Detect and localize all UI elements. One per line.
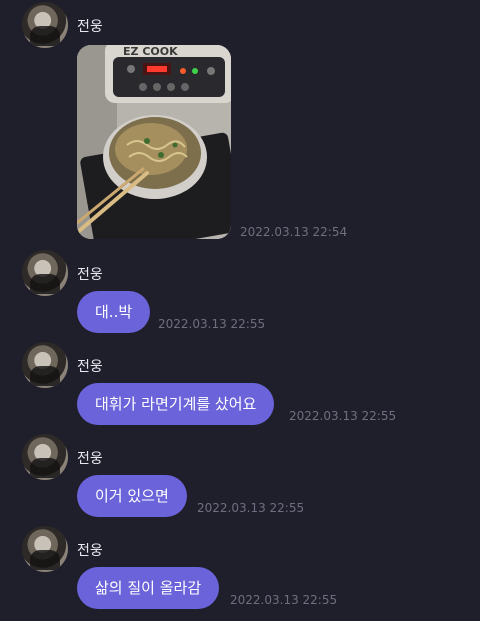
message-timestamp: 2022.03.13 22:55: [158, 317, 266, 331]
sender-avatar[interactable]: [22, 526, 68, 572]
message-bubble[interactable]: 이거 있으면: [77, 475, 187, 517]
sender-name: 전웅: [77, 267, 103, 283]
sender-name: 전웅: [77, 359, 103, 375]
chat-message: 전웅 이거 있으면 2022.03.13 22:55: [0, 432, 480, 522]
message-bubble[interactable]: 대..박: [77, 291, 151, 333]
ramen-cooker-photo: EZ COOK: [77, 45, 231, 239]
message-bubble[interactable]: 삶의 질이 올라감: [77, 567, 220, 609]
chat-message: 전웅 대..박 2022.03.13 22:55: [0, 248, 480, 338]
chat-message: 전웅 삶의 질이 올라감 2022.03.13 22:55: [0, 524, 480, 619]
message-timestamp: 2022.03.13 22:55: [289, 409, 397, 423]
chat-photo[interactable]: EZ COOK: [77, 45, 231, 239]
chat-message-photo: 전웅 EZ COOK 2022.03.13 22:54: [0, 0, 480, 245]
sender-name: 전웅: [77, 19, 103, 35]
sender-avatar[interactable]: [22, 2, 68, 48]
message-timestamp: 2022.03.13 22:55: [230, 593, 338, 607]
sender-avatar[interactable]: [22, 434, 68, 480]
sender-name: 전웅: [77, 543, 103, 559]
cooker-brand-text: EZ COOK: [123, 45, 178, 58]
sender-avatar[interactable]: [22, 250, 68, 296]
message-timestamp: 2022.03.13 22:55: [197, 501, 305, 515]
message-timestamp: 2022.03.13 22:54: [240, 225, 348, 239]
sender-avatar[interactable]: [22, 342, 68, 388]
sender-name: 전웅: [77, 451, 103, 467]
chat-message: 전웅 대휘가 라면기계를 샀어요 2022.03.13 22:55: [0, 340, 480, 430]
message-bubble[interactable]: 대휘가 라면기계를 샀어요: [77, 383, 275, 425]
